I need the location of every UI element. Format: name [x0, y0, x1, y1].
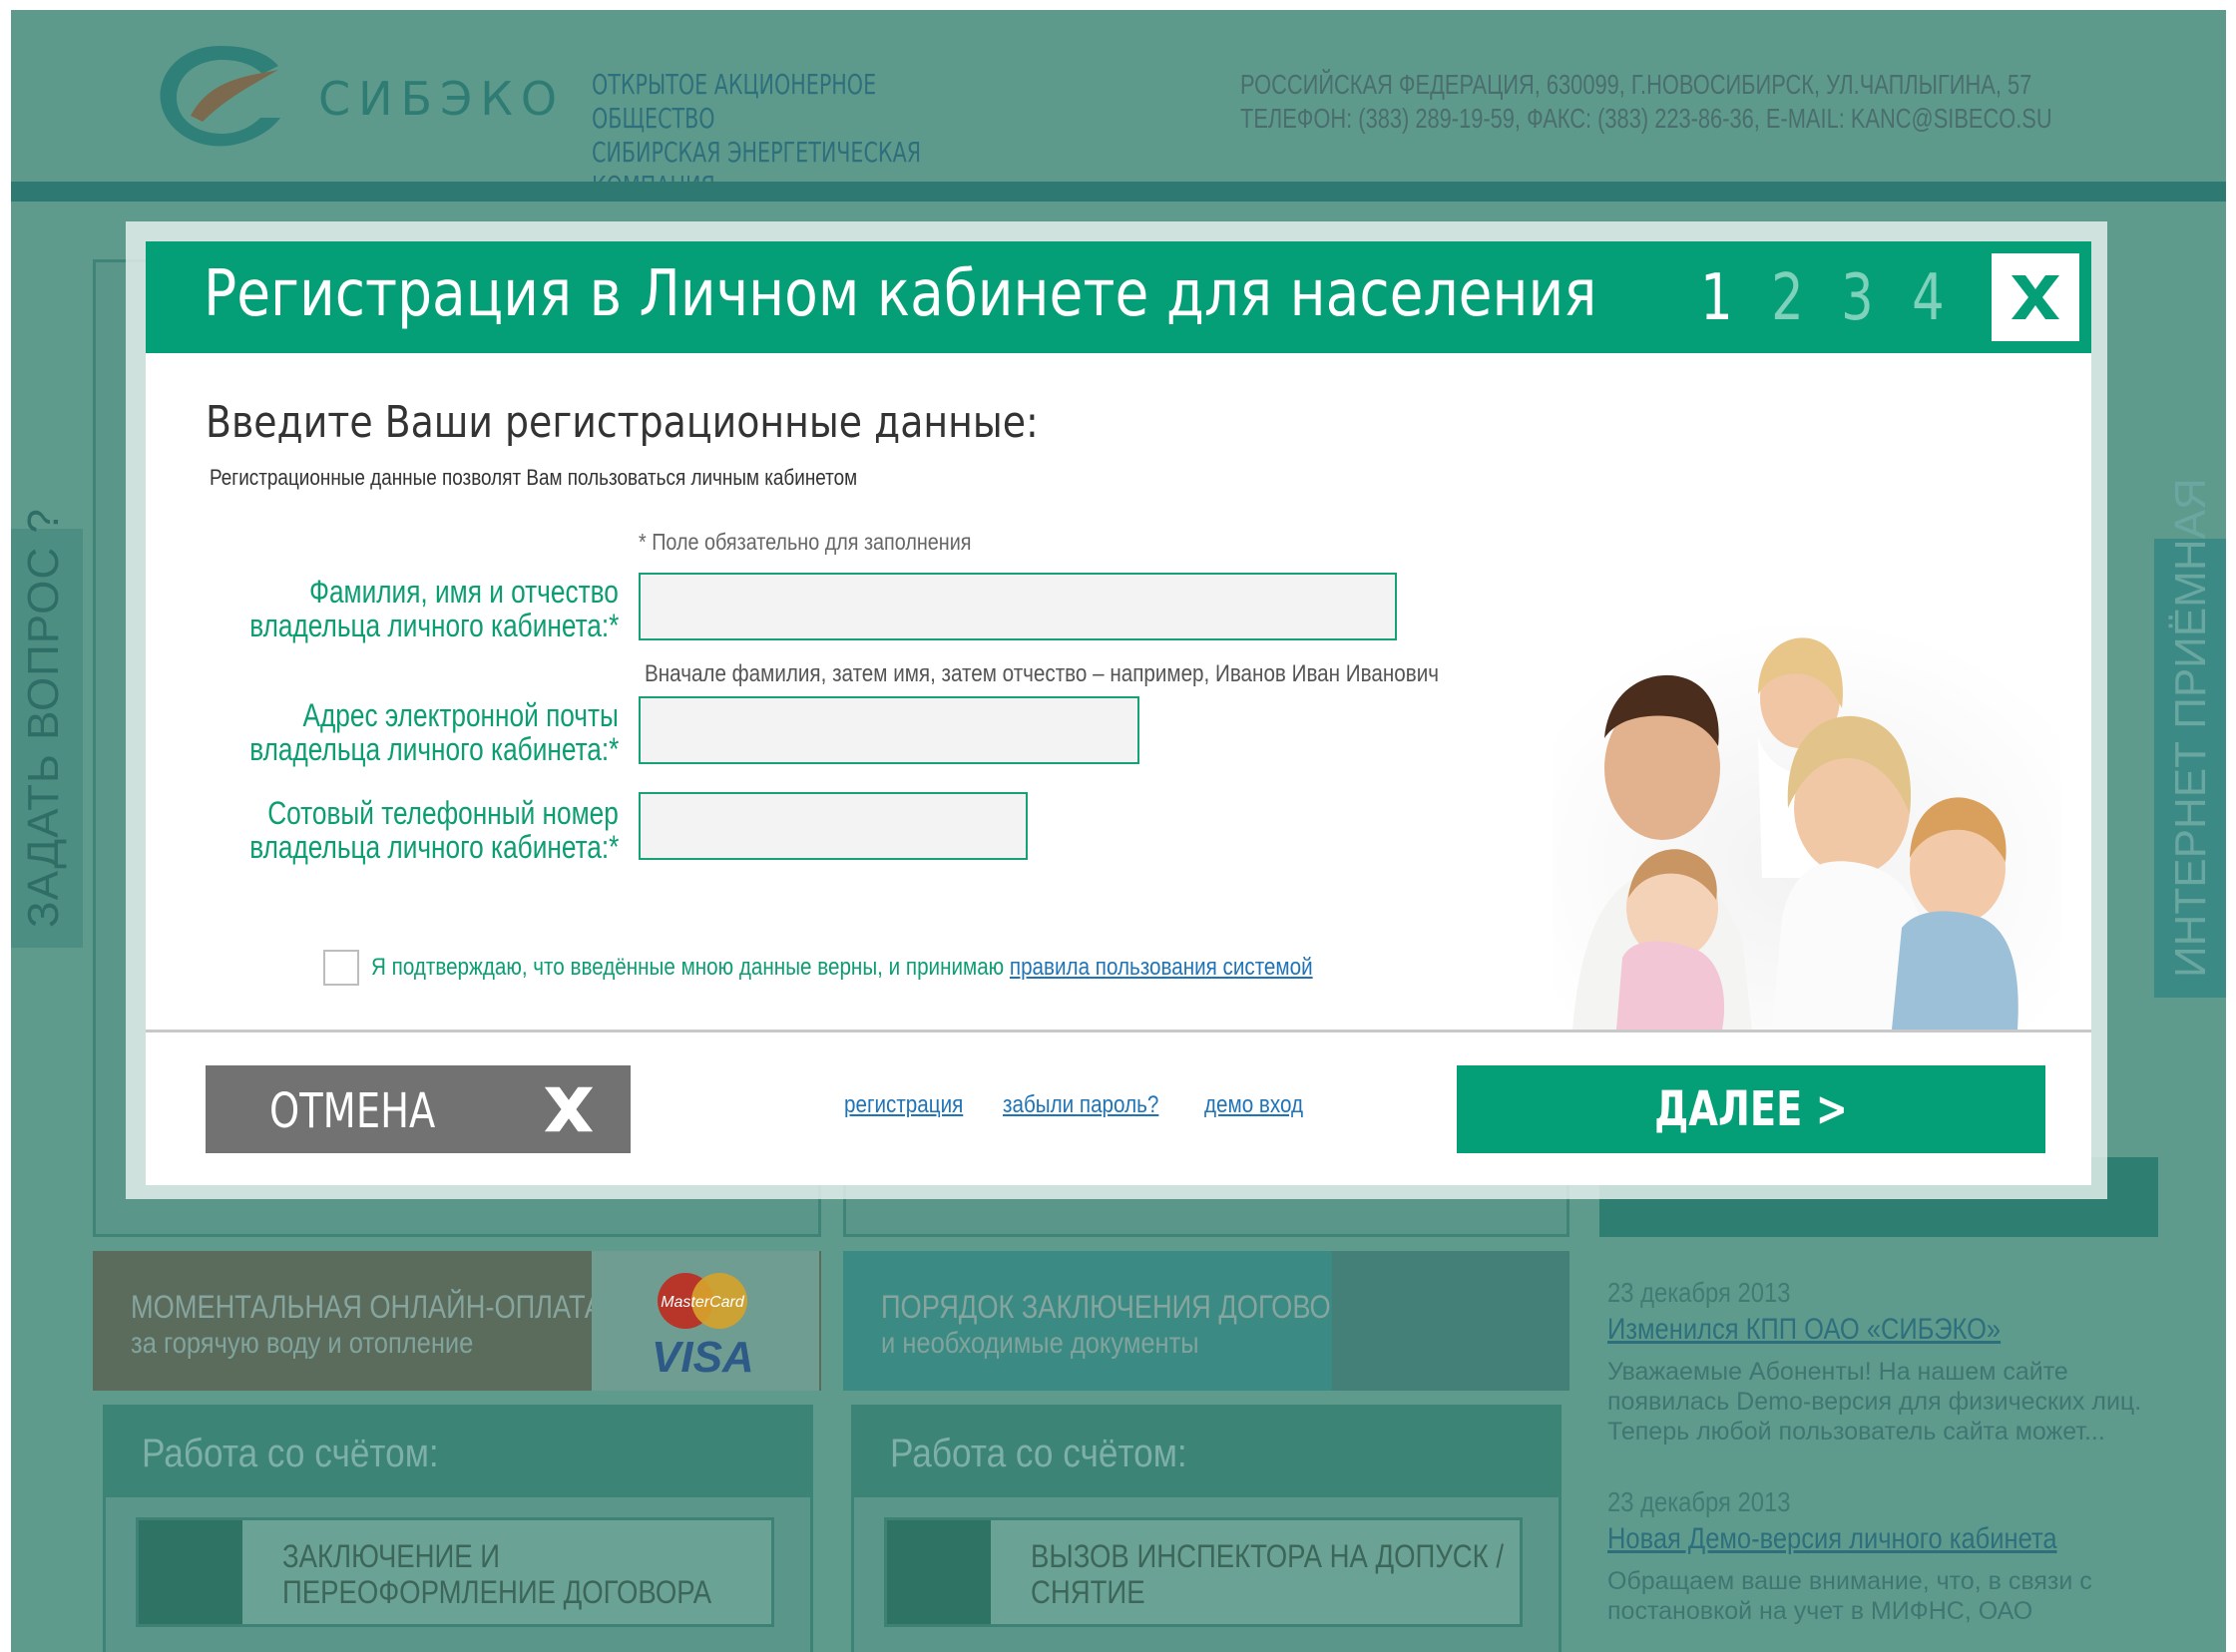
- close-icon: [544, 1086, 594, 1132]
- news-list: 23 декабря 2013 Изменился КПП ОАО «СИБЭК…: [1607, 1277, 2166, 1626]
- phone-label-line-2: владельца личного кабинета:*: [248, 829, 619, 865]
- contract-button[interactable]: ЗАКЛЮЧЕНИЕ И ПЕРЕОФОРМЛЕНИЕ ДОГОВОРА: [136, 1517, 774, 1627]
- next-label: ДАЛЕЕ >: [1654, 1081, 1848, 1137]
- handshake-image: [1332, 1251, 1569, 1391]
- person-document-icon: [139, 1520, 242, 1624]
- agree-statement: Я подтверждаю, что введённые мною данные…: [371, 954, 1005, 981]
- logo-text: СИБЭКО: [318, 72, 566, 126]
- email-label-line-2: владельца личного кабинета:*: [248, 731, 619, 767]
- mastercard-icon: MasterCard: [658, 1273, 747, 1329]
- inspector-button-label: ВЫЗОВ ИНСПЕКТОРА НА ДОПУСК / СНЯТИЕ: [1031, 1538, 1505, 1610]
- step-1: 1: [1700, 261, 1733, 335]
- news-date: 23 декабря 2013: [1607, 1277, 1791, 1308]
- visa-logo: VISA: [652, 1333, 754, 1382]
- phones: ТЕЛЕФОН: (383) 289-19-59, ФАКС: (383) 22…: [1240, 103, 2052, 134]
- phone-label-line-1: Сотовый телефонный номер: [267, 795, 619, 831]
- sibeco-logo-icon: [160, 46, 280, 147]
- next-button[interactable]: ДАЛЕЕ >: [1457, 1065, 2045, 1153]
- account-panel-title: Работа со счётом:: [890, 1432, 1187, 1475]
- step-2: 2: [1770, 261, 1804, 335]
- step-3: 3: [1841, 261, 1875, 335]
- modal-body: Введите Ваши регистрационные данные: Рег…: [146, 353, 2091, 1030]
- promo-title: ПОРЯДОК ЗАКЛЮЧЕНИЯ ДОГОВОРА: [881, 1289, 1366, 1325]
- family-photo: [1553, 619, 2061, 1030]
- news-date: 23 декабря 2013: [1607, 1486, 1791, 1517]
- fio-label-line-1: Фамилия, имя и отчество: [309, 574, 619, 610]
- email-label: Адрес электронной почты владельца личног…: [186, 698, 619, 778]
- ask-question-label: ЗАДАТЬ ВОПРОС ?: [19, 508, 68, 928]
- fio-label: Фамилия, имя и отчество владельца личног…: [186, 575, 619, 654]
- register-link[interactable]: регистрация: [844, 1091, 963, 1119]
- news-text: Уважаемые Абоненты! На нашем сайте появи…: [1607, 1358, 2142, 1446]
- email-input[interactable]: [639, 696, 1139, 764]
- modal-title: Регистрация в Личном кабинете для населе…: [204, 257, 1597, 331]
- svg-text:MasterCard: MasterCard: [661, 1294, 745, 1311]
- ask-question-tab[interactable]: ЗАДАТЬ ВОПРОС ?: [11, 508, 83, 948]
- forgot-password-link[interactable]: забыли пароль?: [1003, 1091, 1158, 1119]
- header-stripe: [11, 182, 2226, 202]
- cancel-label: ОТМЕНА: [269, 1083, 436, 1139]
- form-heading: Введите Ваши регистрационные данные:: [206, 397, 1039, 448]
- fio-input[interactable]: [639, 573, 1397, 640]
- agree-text: Я подтверждаю, что введённые мною данные…: [371, 954, 1313, 982]
- required-note: * Поле обязательно для заполнения: [639, 529, 972, 555]
- footer-links: регистрация забыли пароль? демо вход: [844, 1091, 1339, 1119]
- address: РОССИЙСКАЯ ФЕДЕРАЦИЯ, 630099, Г.НОВОСИБИ…: [1240, 69, 2032, 100]
- account-panel-title: Работа со счётом:: [142, 1432, 439, 1475]
- inspector-icon: [887, 1520, 991, 1624]
- news-item: 23 декабря 2013 Изменился КПП ОАО «СИБЭК…: [1607, 1277, 2166, 1446]
- site-header: СИБЭКО ОТКРЫТОЕ АКЦИОНЕРНОЕ ОБЩЕСТВО СИБ…: [11, 10, 2226, 203]
- account-panel-header: Работа со счётом:: [106, 1408, 810, 1497]
- news-text: Обращаем ваше внимание, что, в связи с п…: [1607, 1567, 2092, 1625]
- promo-subtitle: за горячую воду и отопление: [131, 1327, 474, 1360]
- internet-reception-label: ИНТЕРНЕТ ПРИЁМНАЯ: [2166, 478, 2215, 978]
- news-item: 23 декабря 2013 Новая Демо-версия личног…: [1607, 1486, 2166, 1626]
- close-button[interactable]: [1992, 253, 2079, 341]
- modal-header: Регистрация в Личном кабинете для населе…: [146, 241, 2091, 353]
- account-panel-header: Работа со счётом:: [854, 1408, 1559, 1497]
- news-link[interactable]: Изменился КПП ОАО «СИБЭКО»: [1607, 1313, 2082, 1347]
- org-line-1: ОТКРЫТОЕ АКЦИОНЕРНОЕ ОБЩЕСТВО: [592, 68, 877, 135]
- internet-reception-tab[interactable]: ИНТЕРНЕТ ПРИЁМНАЯ: [2154, 478, 2226, 998]
- inspector-button[interactable]: ВЫЗОВ ИНСПЕКТОРА НА ДОПУСК / СНЯТИЕ: [884, 1517, 1523, 1627]
- step-indicator: 1234: [1696, 261, 1979, 335]
- phone-label: Сотовый телефонный номер владельца лично…: [186, 796, 619, 876]
- account-panel: Работа со счётом: ЗАКЛЮЧЕНИЕ И ПЕРЕОФОРМ…: [103, 1405, 813, 1652]
- fio-label-line-2: владельца личного кабинета:*: [248, 608, 619, 643]
- form-subheading: Регистрационные данные позволят Вам поль…: [210, 465, 858, 490]
- cancel-button[interactable]: ОТМЕНА: [206, 1065, 631, 1153]
- email-label-line-1: Адрес электронной почты: [302, 697, 619, 733]
- demo-login-link[interactable]: демо вход: [1204, 1091, 1303, 1119]
- contract-button-label: ЗАКЛЮЧЕНИЕ И ПЕРЕОФОРМЛЕНИЕ ДОГОВОРА: [282, 1538, 712, 1610]
- promo-subtitle: и необходимые документы: [881, 1327, 1199, 1360]
- terms-link[interactable]: правила пользования системой: [1010, 954, 1313, 981]
- contract-procedure-banner[interactable]: ПОРЯДОК ЗАКЛЮЧЕНИЯ ДОГОВОРА и необходимы…: [843, 1251, 1569, 1391]
- account-panel: Работа со счётом: ВЫЗОВ ИНСПЕКТОРА НА ДО…: [851, 1405, 1562, 1652]
- modal-divider: [146, 1030, 2091, 1032]
- registration-modal: Регистрация в Личном кабинете для населе…: [146, 241, 2091, 1185]
- fio-hint: Вначале фамилия, затем имя, затем отчест…: [645, 660, 1439, 687]
- step-4: 4: [1912, 261, 1945, 335]
- promo-title: МОМЕНТАЛЬНАЯ ОНЛАЙН-ОПЛАТА: [131, 1289, 603, 1325]
- phone-input[interactable]: [639, 792, 1028, 860]
- close-icon: [2012, 275, 2059, 319]
- agree-checkbox[interactable]: [323, 950, 359, 986]
- online-payment-banner[interactable]: МОМЕНТАЛЬНАЯ ОНЛАЙН-ОПЛАТА за горячую во…: [93, 1251, 821, 1391]
- news-link[interactable]: Новая Демо-версия личного кабинета: [1607, 1522, 2082, 1556]
- contacts: РОССИЙСКАЯ ФЕДЕРАЦИЯ, 630099, Г.НОВОСИБИ…: [1240, 68, 2174, 136]
- payment-cards: MasterCard VISA: [592, 1251, 819, 1391]
